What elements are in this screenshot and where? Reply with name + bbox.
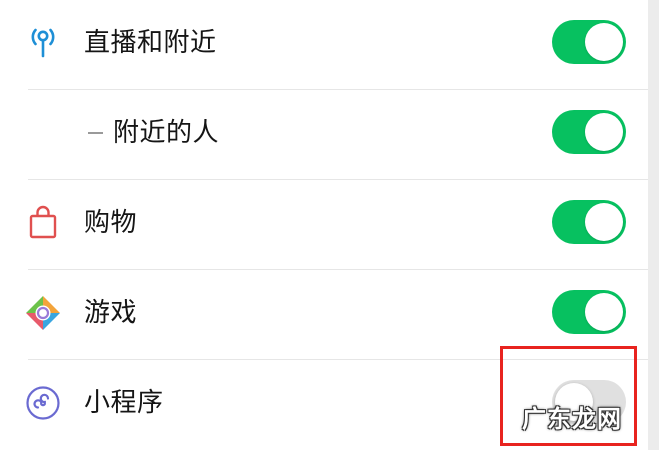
settings-row-label: 小程序 — [84, 387, 164, 417]
toggle-knob — [585, 23, 623, 61]
settings-row-label: 游戏 — [84, 297, 138, 327]
settings-row-mini-programs: 小程序 — [0, 360, 648, 450]
games-toggle[interactable] — [552, 290, 626, 334]
toggle-knob — [585, 293, 623, 331]
toggle-knob — [585, 203, 623, 241]
settings-row-games: 游戏 — [0, 270, 648, 360]
shopping-bag-icon — [22, 202, 64, 244]
settings-row-shopping: 购物 — [0, 180, 648, 270]
settings-list: 直播和附近 附近的人 购物 游戏 小程序 — [0, 0, 648, 450]
live-nearby-icon — [22, 22, 64, 64]
live-nearby-toggle[interactable] — [552, 20, 626, 64]
shopping-toggle[interactable] — [552, 200, 626, 244]
game-diamond-icon — [22, 292, 64, 334]
toggle-knob — [585, 113, 623, 151]
settings-row-live-nearby: 直播和附近 — [0, 0, 648, 90]
mini-program-icon — [22, 382, 64, 424]
toggle-knob — [555, 383, 593, 421]
nearby-people-toggle[interactable] — [552, 110, 626, 154]
settings-row-label: 购物 — [84, 207, 138, 237]
discover-settings-screen: 直播和附近 附近的人 购物 游戏 小程序 广东龙网 — [0, 0, 659, 450]
settings-row-label: 附近的人 — [113, 117, 220, 147]
sub-item-dash-icon — [88, 132, 103, 134]
settings-row-nearby-people: 附近的人 — [0, 90, 648, 180]
settings-row-label: 直播和附近 — [84, 27, 217, 57]
mini-programs-toggle[interactable] — [552, 380, 626, 424]
